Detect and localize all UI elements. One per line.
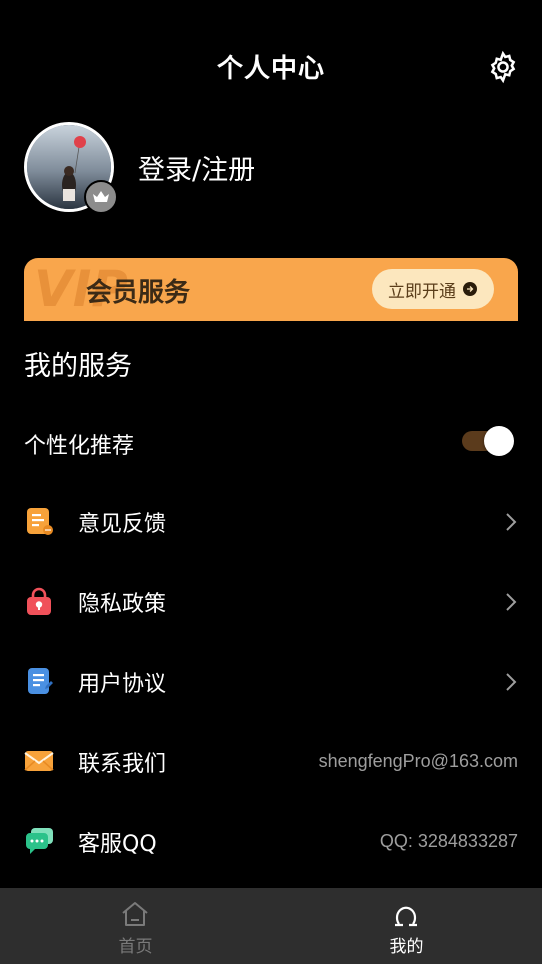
nav-home-label: 首页 [118,937,153,957]
chevron-right-icon [506,673,517,691]
arrow-right-icon [463,282,477,296]
vip-title: 会员服务 [86,278,191,308]
contact-email: shengfengPro@163.com [318,751,518,771]
row-qq[interactable]: 客服QQ QQ: 3284833287 [0,812,542,872]
crown-icon [84,180,118,214]
home-icon [122,902,148,926]
services-title: 我的服务 [24,351,132,382]
vip-button-label: 立即开通 [388,281,456,302]
page-title: 个人中心 [216,54,325,84]
avatar[interactable] [24,122,118,214]
privacy-label: 隐私政策 [78,592,167,617]
header: 个人中心 [0,0,542,136]
chevron-right-icon [506,593,517,611]
row-privacy[interactable]: 隐私政策 [0,572,542,632]
vip-activate-button[interactable]: 立即开通 [372,269,494,309]
feedback-icon [27,508,53,535]
personalized-toggle[interactable] [462,426,514,456]
row-contact[interactable]: 联系我们 shengfengPro@163.com [0,732,542,792]
personalized-label: 个性化推荐 [24,434,135,459]
login-register-link[interactable]: 登录/注册 [138,148,255,187]
chat-icon [26,828,53,854]
nav-home[interactable]: 首页 [0,888,271,964]
row-agreement[interactable]: 用户协议 [0,652,542,712]
agreement-label: 用户协议 [78,672,167,697]
profile-screen: 个人中心 登录/注册 VIP 会员服务 立即开通 我的服务 个性化推荐 意见反馈… [0,0,542,964]
feedback-label: 意见反馈 [78,512,167,537]
qq-number: QQ: 3284833287 [379,831,518,851]
bottom-nav: 首页 我的 [0,888,542,964]
vip-banner[interactable]: VIP 会员服务 立即开通 [24,258,518,321]
chevron-right-icon [506,513,517,531]
mail-icon [24,751,54,771]
profile-icon [395,906,417,927]
privacy-lock-icon [27,587,51,615]
contact-label: 联系我们 [78,752,167,777]
agreement-icon [28,668,53,694]
row-personalized: 个性化推荐 [0,414,542,474]
nav-mine[interactable]: 我的 [271,888,542,964]
qq-label: 客服QQ [78,832,157,857]
nav-mine-label: 我的 [389,937,424,957]
gear-icon[interactable] [486,50,520,84]
row-feedback[interactable]: 意见反馈 [0,492,542,552]
